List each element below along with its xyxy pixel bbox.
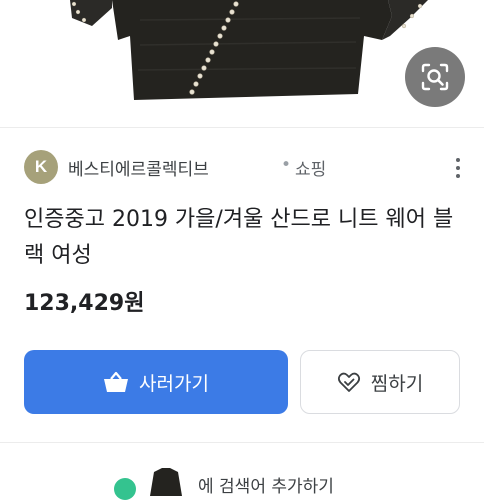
buy-button-label: 사러가기 (139, 372, 209, 395)
more-vertical-icon (456, 174, 460, 178)
image-search-icon (421, 63, 449, 91)
product-image[interactable] (0, 0, 484, 128)
source-separator: • (281, 155, 292, 175)
source-avatar: K (24, 150, 58, 184)
divider (0, 442, 484, 443)
shopping-basket-icon (104, 371, 129, 392)
buy-button[interactable]: 사러가기 (24, 350, 288, 414)
source-name[interactable]: 베스티에르콜렉티브 (68, 155, 209, 180)
add-search-term-row[interactable]: 에 검색어 추가하기 (0, 460, 484, 500)
add-search-term-text: 에 검색어 추가하기 (198, 477, 334, 497)
divider (0, 127, 484, 128)
more-vertical-icon (456, 158, 460, 162)
more-options-button[interactable] (448, 154, 468, 182)
related-product-thumbnail (150, 468, 182, 496)
wishlist-button[interactable]: 찜하기 (300, 350, 460, 414)
product-price: 123,429원 (24, 291, 145, 316)
heart-check-icon (337, 372, 360, 392)
wishlist-button-label: 찜하기 (370, 372, 424, 395)
product-title[interactable]: 인증중고 2019 가을/겨울 산드로 니트 웨어 블랙 여성 (24, 202, 464, 274)
more-vertical-icon (456, 166, 460, 170)
source-row[interactable]: K 베스티에르콜렉티브 • 쇼핑 (24, 150, 464, 184)
image-search-button[interactable] (405, 47, 465, 107)
source-type: 쇼핑 (295, 160, 327, 180)
add-icon (114, 478, 136, 500)
